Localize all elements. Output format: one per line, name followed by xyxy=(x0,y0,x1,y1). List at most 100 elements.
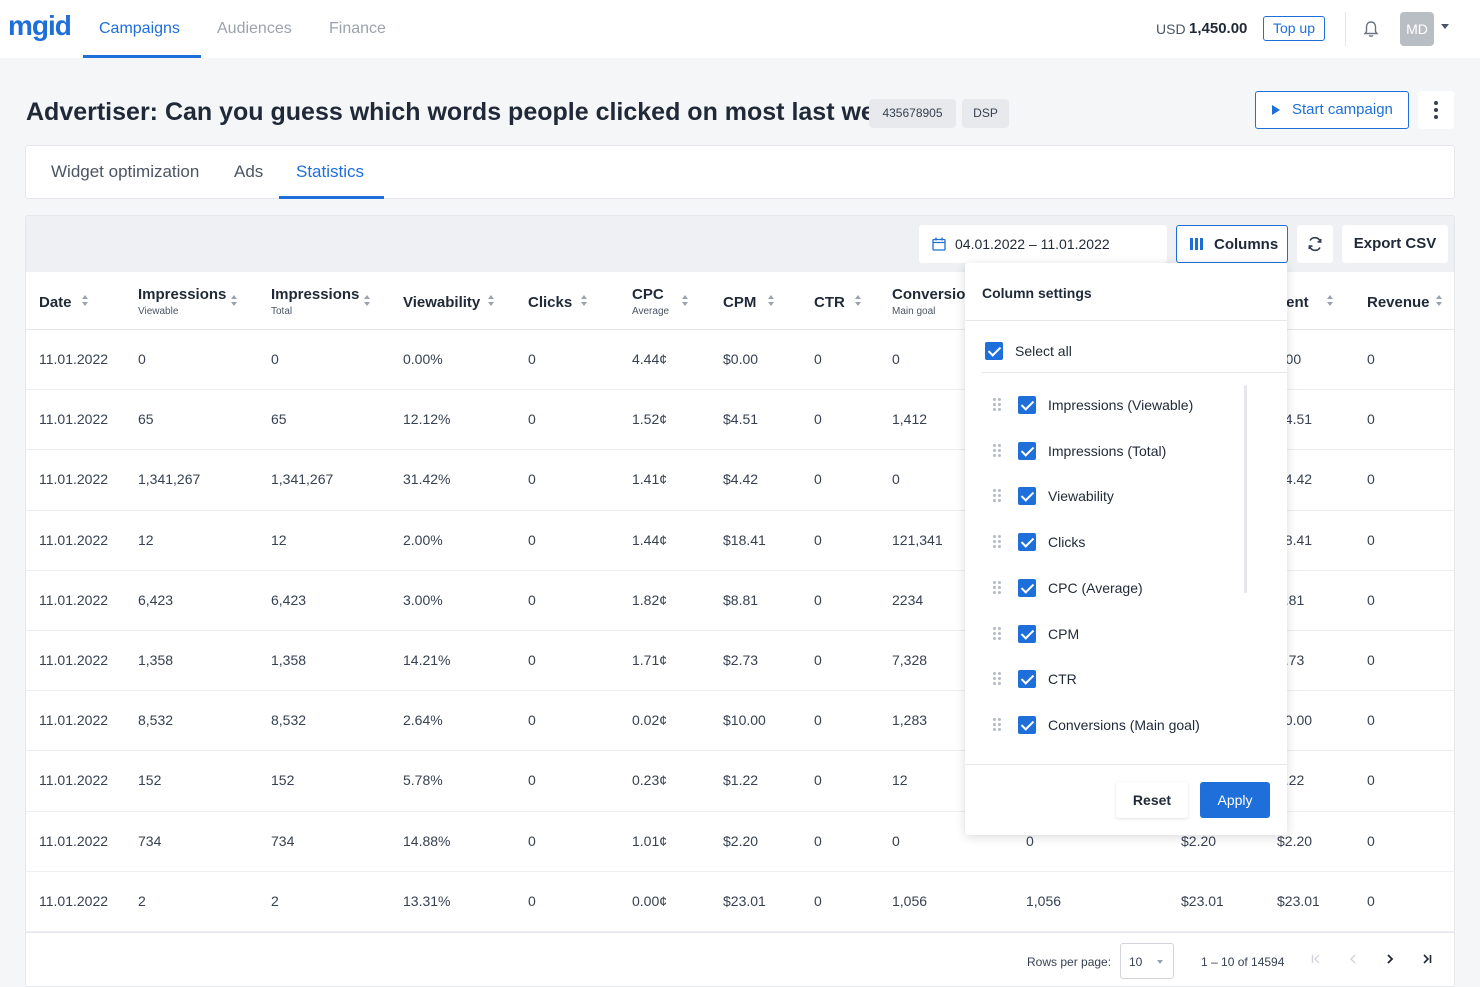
drag-handle-icon[interactable] xyxy=(993,398,1003,412)
nav-tab-audiences[interactable]: Audiences xyxy=(217,20,292,38)
cell-cpm: $2.73 xyxy=(723,651,759,668)
sort-icon[interactable] xyxy=(231,295,238,307)
apply-button[interactable]: Apply xyxy=(1200,782,1270,818)
column-setting-label: Impressions (Total) xyxy=(1048,442,1167,459)
avatar[interactable]: MD xyxy=(1400,12,1434,46)
cell-cpc-average: 1.01¢ xyxy=(632,832,668,849)
cell-impressions-viewable: 8,532 xyxy=(138,712,174,729)
next-page-icon[interactable] xyxy=(1382,951,1398,967)
cell-impressions-viewable: 6,423 xyxy=(138,591,174,608)
cell-ctr: 0 xyxy=(814,892,822,909)
column-checkbox[interactable] xyxy=(1018,487,1036,506)
cell-conversions: 1,283 xyxy=(892,712,928,729)
column-checkbox[interactable] xyxy=(1018,533,1036,552)
date-range-picker[interactable]: 04.01.2022 – 11.01.2022 xyxy=(919,225,1167,263)
cell-cpc-average: 1.71¢ xyxy=(632,651,668,668)
drag-handle-icon[interactable] xyxy=(993,535,1003,549)
column-header-label: CTR xyxy=(814,294,845,311)
sort-icon[interactable] xyxy=(488,295,495,307)
drag-handle-icon[interactable] xyxy=(993,443,1003,458)
cell-viewability: 3.00% xyxy=(403,591,443,608)
nav-tab-finance[interactable]: Finance xyxy=(329,20,386,38)
cell-clicks: 0 xyxy=(528,832,536,849)
bell-icon[interactable] xyxy=(1362,19,1380,39)
mgid-logo[interactable]: mgid xyxy=(8,10,72,42)
column-setting-item[interactable]: CPC (Average) xyxy=(965,576,1245,600)
rows-per-page-select[interactable]: 10 xyxy=(1120,943,1174,979)
last-page-icon[interactable] xyxy=(1419,951,1435,967)
cell-clicks: 0 xyxy=(528,471,536,488)
sort-icon[interactable] xyxy=(1436,295,1443,307)
export-csv-button[interactable]: Export CSV xyxy=(1342,225,1448,263)
column-setting-item[interactable]: CTR xyxy=(965,667,1245,691)
drag-handle-icon[interactable] xyxy=(993,717,1003,732)
cell-impressions-total: 734 xyxy=(271,832,295,849)
sort-icon[interactable] xyxy=(82,295,89,307)
column-checkbox[interactable] xyxy=(1018,624,1036,643)
divider xyxy=(965,764,1287,765)
cell-cpm: $1.22 xyxy=(723,772,759,789)
sort-icon[interactable] xyxy=(364,295,371,307)
cell-conversions: 2234 xyxy=(892,591,924,608)
cell-date: 11.01.2022 xyxy=(39,351,109,367)
cell-revenue: 0 xyxy=(1367,712,1375,729)
columns-label: Columns xyxy=(1214,236,1279,253)
sort-icon[interactable] xyxy=(768,295,775,307)
column-checkbox[interactable] xyxy=(1018,441,1036,460)
select-all-checkbox[interactable] xyxy=(985,342,1003,360)
tab-widget-optimization[interactable]: Widget optimization xyxy=(51,162,199,182)
sort-icon[interactable] xyxy=(855,295,862,307)
drag-handle-icon[interactable] xyxy=(993,489,1003,503)
cell-clicks: 0 xyxy=(528,651,536,668)
cell-viewability: 13.31% xyxy=(403,892,451,909)
chevron-down-icon[interactable] xyxy=(1441,24,1449,29)
select-all-label[interactable]: Select all xyxy=(1015,343,1072,359)
column-header-label: CPM xyxy=(723,294,757,311)
drag-handle-icon[interactable] xyxy=(993,672,1003,686)
column-list-scrollbar[interactable] xyxy=(1244,385,1247,593)
divider xyxy=(965,320,1287,321)
cell-viewability: 0.00% xyxy=(403,351,443,367)
column-setting-item[interactable]: Conversions (Main goal) xyxy=(965,713,1245,737)
nav-tab-campaigns[interactable]: Campaigns xyxy=(99,20,180,38)
column-checkbox[interactable] xyxy=(1018,396,1036,414)
cell-ctr: 0 xyxy=(814,531,822,548)
cell-date: 11.01.2022 xyxy=(39,591,109,608)
top-up-button[interactable]: Top up xyxy=(1263,16,1325,41)
sort-icon[interactable] xyxy=(682,295,689,307)
tab-ads[interactable]: Ads xyxy=(234,162,263,182)
sort-icon[interactable] xyxy=(1327,295,1334,307)
cell-conversions: 12 xyxy=(892,772,908,789)
column-checkbox[interactable] xyxy=(1018,715,1036,734)
table-row[interactable]: 11.01.2022 2 2 13.31% 0 0.00¢ $23.01 0 1,056 1,05… xyxy=(26,872,1454,932)
column-setting-item[interactable]: Clicks xyxy=(965,530,1245,554)
drag-handle-icon[interactable] xyxy=(993,580,1003,595)
first-page-icon[interactable] xyxy=(1308,951,1324,967)
column-setting-item[interactable]: Impressions (Total) xyxy=(965,439,1245,463)
table-pagination: Rows per page: 10 1 – 10 of 14594 xyxy=(26,932,1454,986)
column-setting-item[interactable]: Impressions (Viewable) xyxy=(965,393,1245,417)
cell-revenue: 0 xyxy=(1367,832,1375,849)
column-setting-item[interactable]: Viewability xyxy=(965,484,1245,508)
cell-impressions-viewable: 1,341,267 xyxy=(138,471,201,488)
start-campaign-button[interactable]: Start campaign xyxy=(1255,91,1409,129)
cell-impressions-viewable: 152 xyxy=(138,772,162,789)
columns-button[interactable]: Columns xyxy=(1176,225,1288,263)
tab-statistics[interactable]: Statistics xyxy=(296,162,364,182)
more-options-button[interactable] xyxy=(1418,91,1454,129)
reset-button[interactable]: Reset xyxy=(1116,782,1188,818)
chevron-down-icon xyxy=(1157,960,1163,964)
column-checkbox[interactable] xyxy=(1018,670,1036,689)
column-setting-item[interactable]: CPM xyxy=(965,622,1245,646)
cell-date: 11.01.2022 xyxy=(39,651,109,668)
cell-date: 11.01.2022 xyxy=(39,411,109,428)
column-header-label: Viewability xyxy=(403,294,481,311)
cell-ctr: 0 xyxy=(814,651,822,668)
refresh-button[interactable] xyxy=(1297,225,1333,263)
column-header-label: Conversion xyxy=(892,286,975,303)
drag-handle-icon[interactable] xyxy=(993,626,1003,641)
sort-icon[interactable] xyxy=(581,295,588,307)
column-checkbox[interactable] xyxy=(1018,578,1036,597)
previous-page-icon[interactable] xyxy=(1345,951,1361,967)
cell-viewability: 14.21% xyxy=(403,651,451,668)
